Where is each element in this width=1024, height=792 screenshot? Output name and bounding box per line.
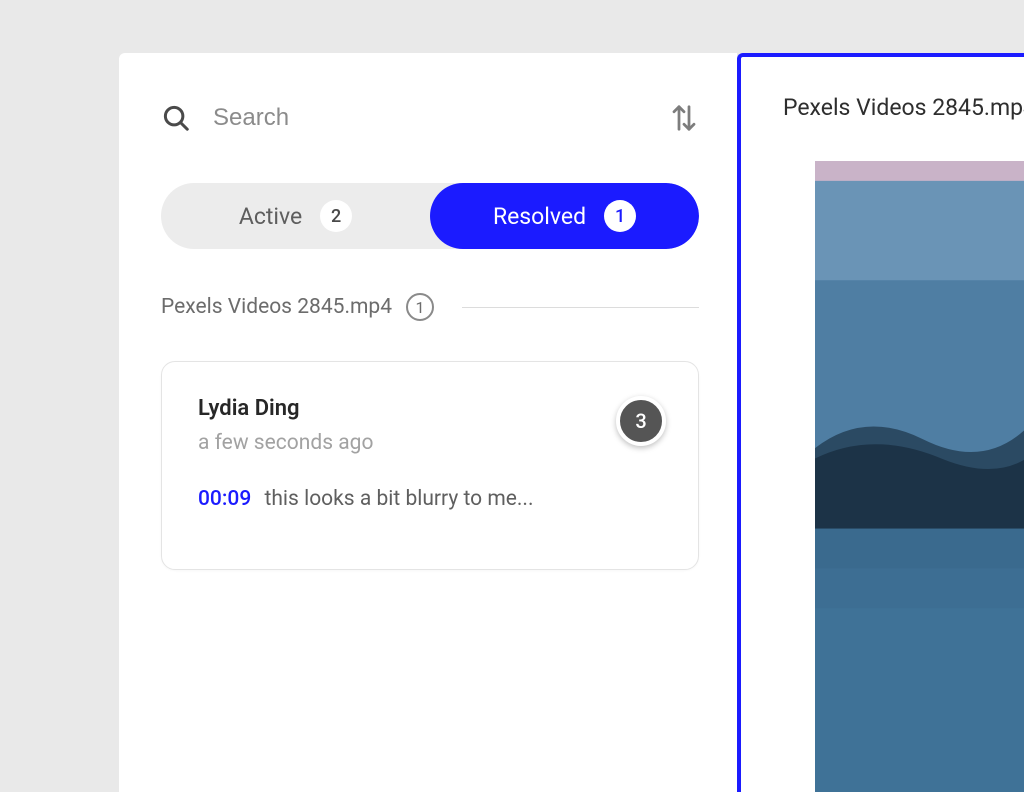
preview-title: Pexels Videos 2845.mp4	[741, 57, 1024, 157]
comments-panel: Active 2 Resolved 1 Pexels Videos 2845.m…	[119, 53, 737, 792]
reply-count-badge[interactable]: 3	[616, 396, 666, 446]
preview-panel: Pexels Videos 2845.mp4	[737, 53, 1024, 792]
file-name: Pexels Videos 2845.mp4	[161, 295, 392, 319]
file-header: Pexels Videos 2845.mp4 1	[161, 293, 699, 321]
search-row	[161, 101, 699, 135]
tab-active[interactable]: Active 2	[161, 183, 430, 249]
tab-resolved[interactable]: Resolved 1	[430, 183, 699, 249]
comment-text: this looks a bit blurry to me...	[265, 487, 534, 511]
tab-active-label: Active	[239, 203, 302, 230]
comment-card[interactable]: Lydia Ding a few seconds ago 00:09 this …	[161, 361, 699, 570]
search-input[interactable]	[213, 104, 647, 132]
status-tabs: Active 2 Resolved 1	[161, 183, 699, 249]
comment-author: Lydia Ding	[198, 396, 662, 421]
sort-button[interactable]	[669, 101, 699, 135]
tab-resolved-count: 1	[604, 200, 636, 232]
divider	[462, 307, 699, 308]
tab-resolved-label: Resolved	[493, 203, 586, 230]
file-comment-count: 1	[406, 293, 434, 321]
tab-active-count: 2	[320, 200, 352, 232]
comment-body: 00:09 this looks a bit blurry to me...	[198, 487, 662, 511]
comment-timestamp[interactable]: 00:09	[198, 487, 251, 511]
video-thumbnail[interactable]	[815, 161, 1024, 792]
sort-arrows-icon	[669, 101, 699, 135]
search-icon	[161, 103, 191, 133]
comment-time: a few seconds ago	[198, 431, 662, 455]
